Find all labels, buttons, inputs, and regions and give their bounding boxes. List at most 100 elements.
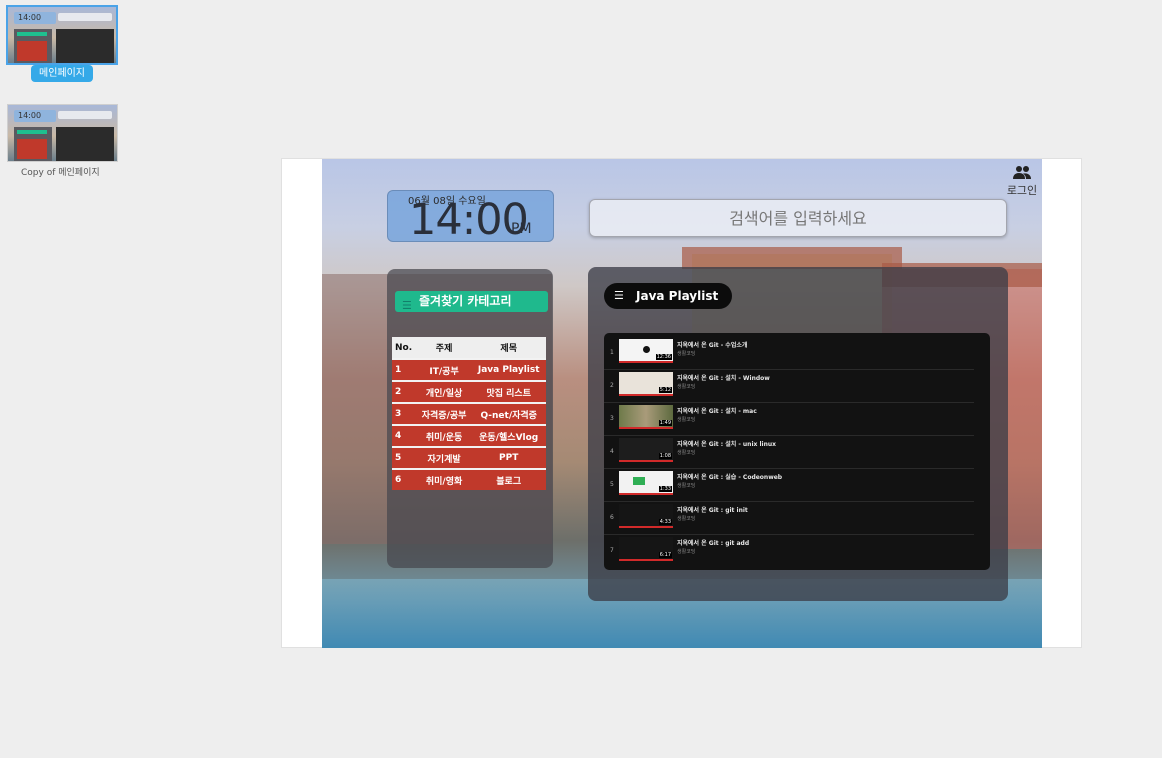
- item-number: 2: [610, 382, 614, 389]
- bookmark-header[interactable]: ☰ 즐겨찾기 카테고리: [395, 291, 548, 312]
- video-channel: 생활코딩: [677, 516, 696, 522]
- page-label-copy[interactable]: Copy of 메인페이지: [21, 165, 100, 178]
- cell-title[interactable]: 블로그: [471, 468, 546, 490]
- video-thumbnail[interactable]: 4:33: [619, 504, 673, 528]
- video-title[interactable]: 지옥에서 온 Git : git init: [677, 505, 748, 514]
- video-thumbnail[interactable]: 12:36: [619, 339, 673, 363]
- cell-no: 3: [392, 402, 417, 425]
- col-topic: 주제: [416, 337, 472, 359]
- thumb-search: [58, 13, 112, 21]
- table-row[interactable]: 1 IT/공부 Java Playlist: [392, 358, 546, 381]
- video-title[interactable]: 지옥에서 온 Git : 설치 - mac: [677, 406, 757, 415]
- video-duration: 4:33: [658, 519, 672, 525]
- table-row[interactable]: 6 취미/영화 블로그: [392, 468, 546, 490]
- menu-icon: ☰: [614, 289, 624, 302]
- page-thumbnail-copy[interactable]: 14:00: [7, 104, 118, 162]
- video-duration: 1:08: [658, 453, 672, 459]
- video-title[interactable]: 지옥에서 온 Git : 설치 - unix linux: [677, 439, 776, 448]
- video-channel: 생활코딩: [677, 417, 696, 423]
- cell-topic: 개인/일상: [416, 380, 472, 403]
- item-number: 4: [610, 448, 614, 455]
- video-thumbnail[interactable]: 6:17: [619, 537, 673, 561]
- video-channel: 생활코딩: [677, 384, 696, 390]
- table-header: No. 주제 제목: [392, 337, 546, 359]
- video-title[interactable]: 지옥에서 온 Git - 수업소개: [677, 340, 747, 349]
- video-duration: 1:49: [658, 420, 672, 426]
- video-channel: 생활코딩: [677, 549, 696, 555]
- thumb-left-panel: [14, 127, 52, 161]
- cell-title[interactable]: PPT: [471, 446, 546, 469]
- cell-no: 1: [392, 358, 417, 381]
- table-row[interactable]: 2 개인/일상 맛집 리스트: [392, 380, 546, 403]
- cell-no: 6: [392, 468, 417, 490]
- thumb-clock: 14:00: [14, 110, 56, 122]
- item-number: 5: [610, 481, 614, 488]
- video-thumbnail[interactable]: 5:12: [619, 372, 673, 396]
- thumb-search: [58, 111, 112, 119]
- playlist-panel: ☰ Java Playlist 1 12:36 지옥에서 온 Git - 수업소…: [588, 267, 1008, 601]
- list-item[interactable]: 1 12:36 지옥에서 온 Git - 수업소개 생활코딩: [604, 336, 974, 370]
- table-row[interactable]: 5 자기계발 PPT: [392, 446, 546, 469]
- clock-time: 14:00: [409, 195, 529, 245]
- list-item[interactable]: 5 1:33 지옥에서 온 Git : 실습 - Codeonweb 생활코딩: [604, 468, 974, 502]
- background-photo: 06월 08일 수요일 14:00 PM 로그인 ☰ 즐겨찾기 카테고리: [322, 159, 1042, 648]
- video-title[interactable]: 지옥에서 온 Git : git add: [677, 538, 749, 547]
- list-item[interactable]: 7 6:17 지옥에서 온 Git : git add 생활코딩: [604, 534, 974, 567]
- thumb-clock: 14:00: [14, 12, 56, 24]
- video-channel: 생활코딩: [677, 483, 696, 489]
- clock-widget: 06월 08일 수요일 14:00 PM: [387, 190, 554, 245]
- cell-topic: IT/공부: [416, 358, 472, 381]
- bookmark-table: No. 주제 제목 1 IT/공부 Java Playlist 2 개인/일상 …: [392, 337, 546, 490]
- list-item[interactable]: 6 4:33 지옥에서 온 Git : git init 생활코딩: [604, 501, 974, 535]
- item-number: 3: [610, 415, 614, 422]
- video-thumbnail[interactable]: 1:33: [619, 471, 673, 495]
- clock-ampm: PM: [511, 221, 532, 237]
- video-title[interactable]: 지옥에서 온 Git : 실습 - Codeonweb: [677, 472, 782, 481]
- cell-no: 4: [392, 424, 417, 447]
- list-item[interactable]: 2 5:12 지옥에서 온 Git : 설치 - Window 생활코딩: [604, 369, 974, 403]
- playlist-title: Java Playlist: [636, 289, 719, 303]
- item-number: 6: [610, 514, 614, 521]
- col-title: 제목: [471, 337, 546, 359]
- cell-topic: 자기계발: [416, 446, 472, 469]
- thumb-left-panel: [14, 29, 52, 63]
- design-canvas: 06월 08일 수요일 14:00 PM 로그인 ☰ 즐겨찾기 카테고리: [281, 158, 1082, 648]
- cell-topic: 취미/운동: [416, 424, 472, 447]
- people-icon: [1013, 166, 1031, 179]
- thumb-right-panel: [56, 29, 114, 63]
- cell-no: 2: [392, 380, 417, 403]
- page-label-main[interactable]: 메인페이지: [31, 65, 93, 82]
- cell-title[interactable]: Java Playlist: [471, 358, 546, 381]
- page-thumbnail-main[interactable]: 14:00: [6, 5, 118, 65]
- bookmark-title: 즐겨찾기 카테고리: [419, 294, 512, 308]
- cell-title[interactable]: 맛집 리스트: [471, 380, 546, 403]
- col-no: No.: [392, 337, 417, 359]
- playlist-header[interactable]: ☰ Java Playlist: [604, 283, 732, 309]
- video-title[interactable]: 지옥에서 온 Git : 설치 - Window: [677, 373, 770, 382]
- video-duration: 12:36: [655, 354, 672, 360]
- video-duration: 6:17: [658, 552, 672, 558]
- cell-title[interactable]: 운동/헬스Vlog: [471, 424, 546, 447]
- video-channel: 생활코딩: [677, 450, 696, 456]
- item-number: 7: [610, 547, 614, 554]
- playlist-list: 1 12:36 지옥에서 온 Git - 수업소개 생활코딩 2 5:12 지옥…: [604, 333, 990, 570]
- menu-icon: ☰: [402, 299, 412, 312]
- table-row[interactable]: 3 자격증/공부 Q-net/자격증: [392, 402, 546, 425]
- video-thumbnail[interactable]: 1:08: [619, 438, 673, 462]
- table-row[interactable]: 4 취미/운동 운동/헬스Vlog: [392, 424, 546, 447]
- video-duration: 1:33: [658, 486, 672, 492]
- list-item[interactable]: 3 1:49 지옥에서 온 Git : 설치 - mac 생활코딩: [604, 402, 974, 436]
- cell-topic: 자격증/공부: [416, 402, 472, 425]
- video-channel: 생활코딩: [677, 351, 696, 357]
- list-item[interactable]: 4 1:08 지옥에서 온 Git : 설치 - unix linux 생활코딩: [604, 435, 974, 469]
- cell-topic: 취미/영화: [416, 468, 472, 490]
- bookmark-panel: ☰ 즐겨찾기 카테고리 No. 주제 제목 1 IT/공부 Java Playl…: [387, 269, 553, 568]
- login-label: 로그인: [1006, 184, 1038, 197]
- cell-title[interactable]: Q-net/자격증: [471, 402, 546, 425]
- cell-no: 5: [392, 446, 417, 469]
- login-button[interactable]: 로그인: [1005, 165, 1039, 198]
- thumb-right-panel: [56, 127, 114, 161]
- video-thumbnail[interactable]: 1:49: [619, 405, 673, 429]
- search-input[interactable]: [589, 199, 1007, 237]
- video-duration: 5:12: [658, 387, 672, 393]
